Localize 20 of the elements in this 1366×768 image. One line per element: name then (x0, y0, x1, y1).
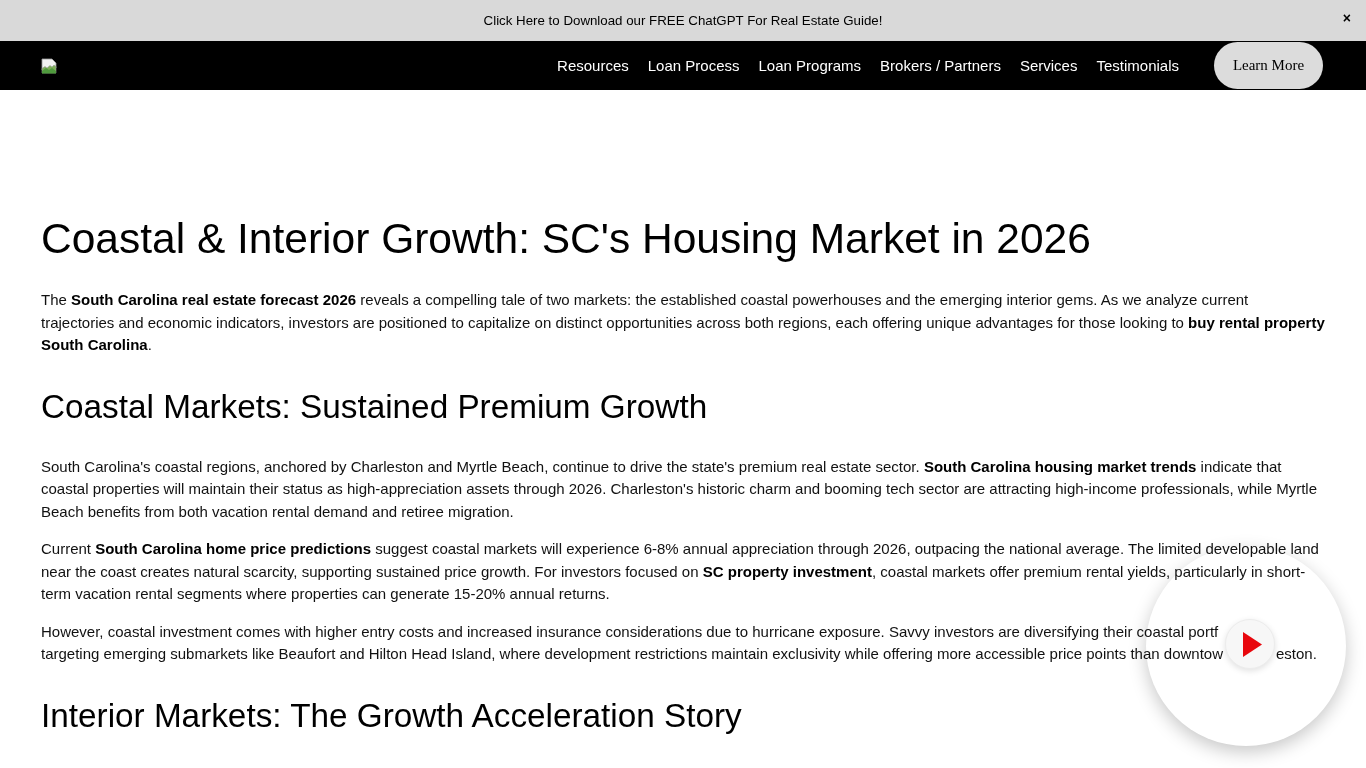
paragraph: The South Carolina real estate forecast 2026 reveals a compelling tale of two markets: the established coastal powerhouses and the emerging interior gems. As we analyze current trajectories and economic indicators, investors are positioned to capitalize on distinct opportunities across both regions, each offering unique advantages for those looking to buy rental property South Carolina. (41, 290, 1326, 355)
nav-link[interactable]: Brokers / Partners (880, 56, 1001, 74)
nav-link[interactable]: Resources (557, 56, 629, 74)
broken-image-icon (41, 57, 57, 74)
nav-link[interactable]: Loan Programs (758, 56, 862, 74)
article-title: Coastal & Interior Growth: SC's Housing Market in 2026 (41, 214, 1092, 264)
paragraph: Current South Carolina home price predictions suggest coastal markets will experience 6-8% annual appreciation through 2026, outpacing the national average. The limited developable land near the coast creates natural scarcity, supporting sustained price growth. For investors focused on SC property investment, coastal markets offer premium rental yields, particularly in short-term vacation rental segments where properties can generate 15-20% annual returns. (41, 539, 1320, 604)
nav-link[interactable]: Services (1019, 56, 1078, 74)
nav-link[interactable]: Loan Process (647, 56, 740, 74)
promo-link[interactable]: Click Here to Download our FREE ChatGPT For Real Estate Guide! (483, 10, 883, 31)
play-icon (1242, 631, 1262, 657)
paragraph: South Carolina's coastal regions, anchored by Charleston and Myrtle Beach, continue to drive the state's premium real estate sector. South Carolina housing market trends indicate that coastal properties will maintain their status as high-appreciation assets through 2026. Charleston's historic charm and booming tech sector are attracting high-income professionals, while Myrtle Beach benefits from both vacation rental demand and retiree migration. (41, 456, 1318, 522)
paragraph-text: However, coastal investment comes with higher entry costs and increased insurance considerations due to hurricane exposure. Savvy investors are diversifying their coastal portf (41, 622, 1219, 640)
paragraph-text: targeting emerging submarkets like Beaufort and Hilton Head Island, where development restrictions maintain exclusivity while offering more accessible price points than downtow (41, 645, 1223, 662)
learn-more-button[interactable]: Learn More (1214, 42, 1323, 89)
paragraph-text: eston. (1276, 645, 1317, 662)
close-button[interactable]: × (1340, 10, 1353, 25)
section-heading: Interior Markets: The Growth Acceleration Story (41, 695, 743, 736)
nav-link[interactable]: Testimonials (1096, 56, 1179, 74)
section-heading: Coastal Markets: Sustained Premium Growth (41, 386, 709, 427)
